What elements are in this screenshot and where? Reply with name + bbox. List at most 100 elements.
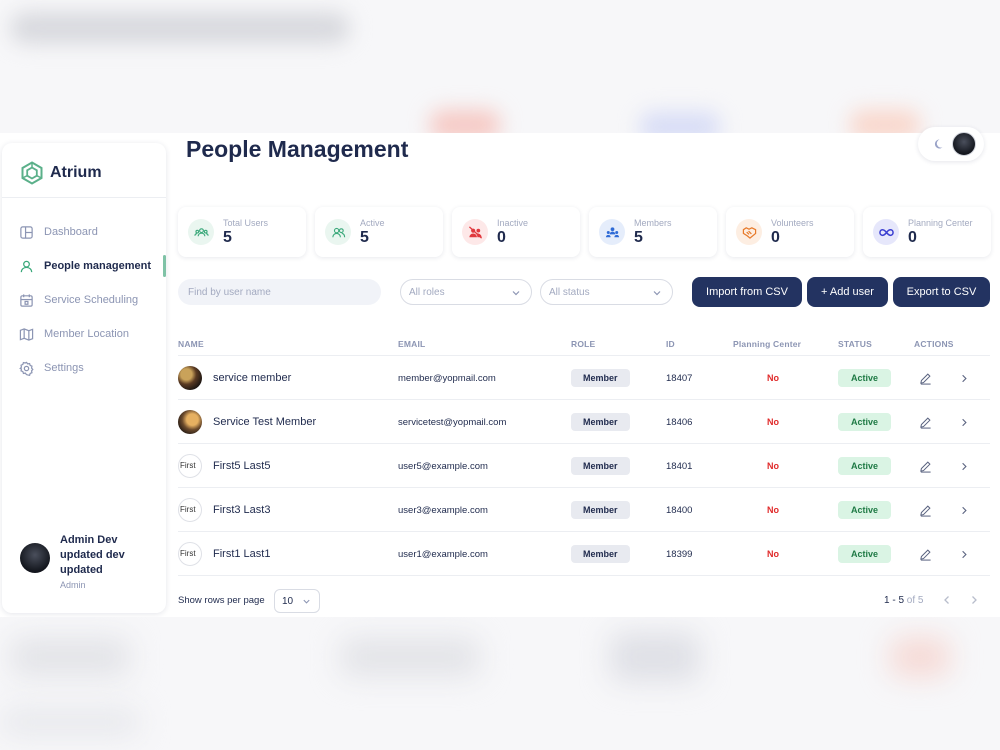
top-right-controls [918, 127, 984, 161]
brand[interactable]: Atrium [20, 161, 102, 185]
handshake-icon [736, 219, 762, 245]
role-badge: Member [571, 457, 630, 475]
search-input[interactable] [178, 279, 381, 305]
planning-center-value: No [767, 505, 779, 515]
role-badge: Member [571, 501, 630, 519]
email-cell: user5@example.com [398, 460, 488, 472]
members-icon [599, 219, 625, 245]
table-row[interactable]: First First1 Last1 user1@example.com Memb… [178, 532, 990, 576]
pagination-range: 1 - 5 of 5 [884, 595, 923, 606]
user-card[interactable]: Admin Dev updated dev updated Admin [20, 533, 140, 590]
column-header-id[interactable]: ID [666, 339, 675, 349]
edit-icon[interactable] [919, 372, 932, 385]
stat-label: Planning Center [908, 217, 973, 228]
stat-card-members: Members 5 [589, 207, 717, 257]
stat-value: 0 [497, 228, 506, 246]
chevron-down-icon [653, 291, 661, 296]
column-header-actions: ACTIONS [914, 339, 954, 349]
table-row[interactable]: First First5 Last5 user5@example.com Memb… [178, 444, 990, 488]
column-header-planning-center[interactable]: Planning Center [733, 339, 801, 349]
table-row[interactable]: Service Test Member servicetest@yopmail.… [178, 400, 990, 444]
profile-avatar[interactable] [952, 132, 976, 156]
edit-icon[interactable] [919, 548, 932, 561]
stat-label: Volunteers [771, 217, 814, 228]
id-cell: 18406 [666, 416, 693, 428]
active-users-icon [325, 219, 351, 245]
role-badge: Member [571, 413, 630, 431]
people-icon [20, 260, 33, 272]
edit-icon[interactable] [919, 504, 932, 517]
rows-per-page-select[interactable]: 10 [274, 589, 320, 613]
status-badge: Active [838, 501, 892, 519]
chevron-right-icon[interactable] [958, 372, 971, 385]
stat-card-volunteers: Volunteers 0 [726, 207, 854, 257]
sidebar-nav: Dashboard People management Service Sche… [2, 215, 166, 385]
column-header-status[interactable]: STATUS [838, 339, 872, 349]
planning-center-value: No [767, 549, 779, 559]
status-badge: Active [838, 369, 892, 387]
stat-card-planning-center: Planning Center 0 [863, 207, 991, 257]
chevron-right-icon[interactable] [958, 548, 971, 561]
stat-label: Active [360, 217, 385, 228]
table-header: NAME EMAIL ROLE ID Planning Center STATU… [178, 334, 990, 356]
user-name-cell: Service Test Member [213, 416, 317, 428]
chevron-right-icon[interactable] [958, 504, 971, 517]
export-csv-button[interactable]: Export to CSV [893, 277, 990, 307]
add-user-button[interactable]: + Add user [807, 277, 888, 307]
sidebar-item-label: People management [44, 260, 151, 272]
avatar: First [178, 454, 202, 478]
column-header-email[interactable]: EMAIL [398, 339, 425, 349]
stat-value: 5 [360, 228, 369, 246]
sidebar-item-people-management[interactable]: People management [2, 249, 166, 283]
user-name-cell: service member [213, 372, 292, 384]
status-badge: Active [838, 457, 892, 475]
sidebar-item-dashboard[interactable]: Dashboard [2, 215, 166, 249]
avatar [178, 366, 202, 390]
column-header-name[interactable]: NAME [178, 339, 204, 349]
column-header-role[interactable]: ROLE [571, 339, 595, 349]
divider [2, 197, 166, 198]
role-badge: Member [571, 369, 630, 387]
id-cell: 18400 [666, 504, 693, 516]
next-page-icon[interactable] [968, 594, 980, 606]
stats-row: Total Users 5 Active 5 Inactive 0 Members 5 … [178, 207, 991, 257]
chevron-right-icon[interactable] [958, 416, 971, 429]
status-select[interactable]: All status [540, 279, 673, 305]
sidebar-item-label: Member Location [44, 328, 129, 340]
stat-card-inactive: Inactive 0 [452, 207, 580, 257]
stat-label: Total Users [223, 217, 269, 228]
prev-page-icon[interactable] [941, 594, 953, 606]
sidebar-item-service-scheduling[interactable]: Service Scheduling [2, 283, 166, 317]
gear-icon [19, 361, 34, 376]
rows-per-page-label: Show rows per page [178, 595, 265, 606]
app-window: Atrium Dashboard People management Servi… [0, 127, 1000, 617]
edit-icon[interactable] [919, 416, 932, 429]
roles-select[interactable]: All roles [400, 279, 532, 305]
stat-card-active: Active 5 [315, 207, 443, 257]
user-name-cell: First5 Last5 [213, 460, 271, 472]
rows-per-page-value: 10 [282, 595, 294, 607]
edit-icon[interactable] [919, 460, 932, 473]
id-cell: 18399 [666, 548, 693, 560]
roles-select-value: All roles [409, 286, 445, 298]
map-icon [19, 327, 34, 341]
stat-label: Inactive [497, 217, 529, 228]
user-name-cell: First1 Last1 [213, 548, 271, 560]
import-csv-button[interactable]: Import from CSV [692, 277, 802, 307]
user-name: Admin Dev updated dev updated [60, 534, 125, 576]
chevron-down-icon [512, 291, 520, 296]
page-title: People Management [186, 136, 409, 162]
chevron-right-icon[interactable] [958, 460, 971, 473]
sidebar-item-member-location[interactable]: Member Location [2, 317, 166, 351]
table-row[interactable]: service member member@yopmail.com Member… [178, 356, 990, 400]
role-badge: Member [571, 545, 630, 563]
calendar-icon [20, 293, 33, 307]
avatar: First [178, 498, 202, 522]
table-row[interactable]: First First3 Last3 user3@example.com Memb… [178, 488, 990, 532]
sidebar-item-settings[interactable]: Settings [2, 351, 166, 385]
planning-center-value: No [767, 373, 779, 383]
brand-name: Atrium [50, 164, 102, 181]
sidebar-item-label: Service Scheduling [44, 294, 139, 306]
avatar: First [178, 542, 202, 566]
moon-icon[interactable] [932, 138, 944, 150]
